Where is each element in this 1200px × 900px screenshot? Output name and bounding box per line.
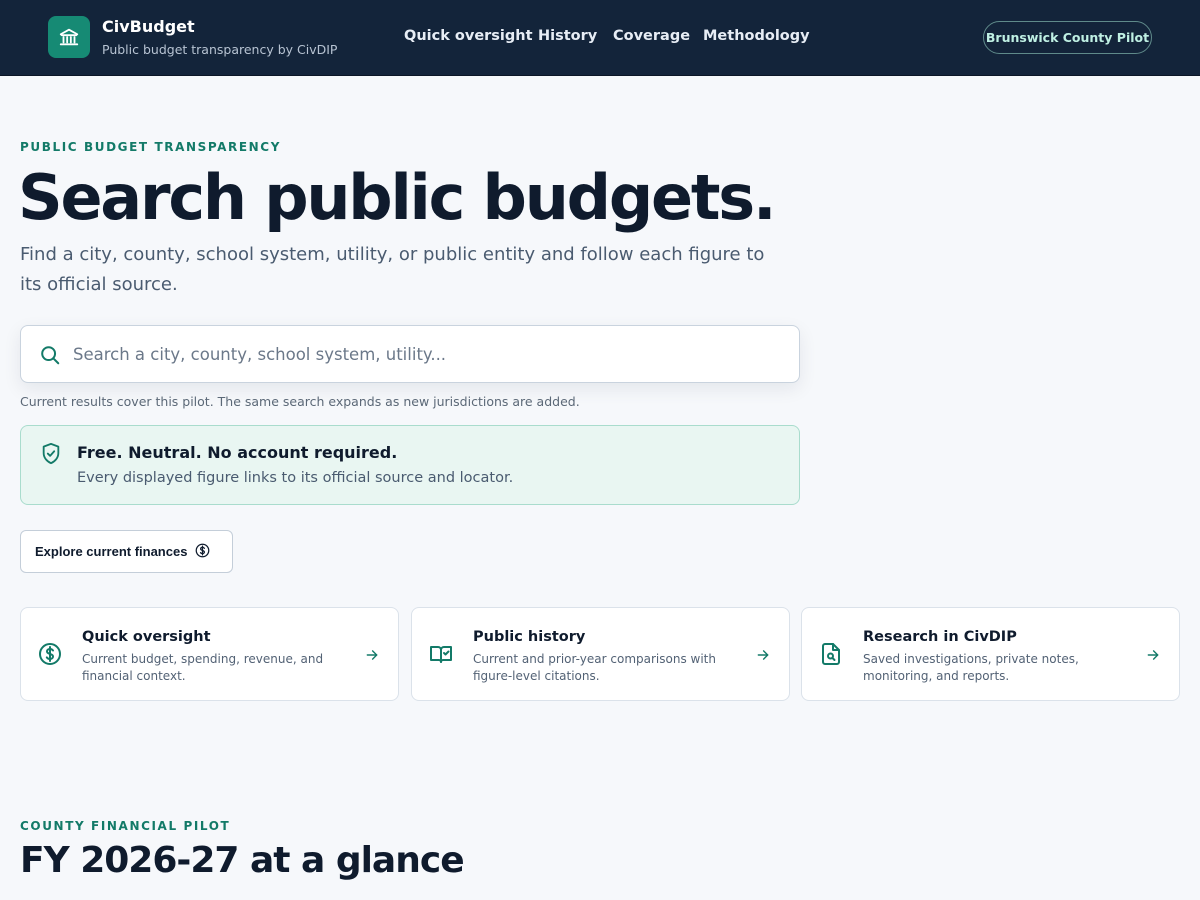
- card-title: Quick oversight: [82, 629, 211, 645]
- pilot-section-eyebrow: COUNTY FINANCIAL PILOT: [20, 819, 231, 833]
- nav-link-quick-oversight[interactable]: Quick oversight: [404, 28, 533, 44]
- card-title: Public history: [473, 629, 586, 645]
- search-box: [20, 325, 800, 383]
- arrow-right-icon: [1146, 647, 1160, 666]
- card-description: Current and prior-year comparisons with …: [473, 652, 716, 683]
- card-description: Current budget, spending, revenue, and f…: [82, 652, 324, 683]
- notice-body: Every displayed figure links to its offi…: [77, 470, 514, 486]
- search-note: Current results cover this pilot. The sa…: [20, 394, 580, 409]
- brand-name[interactable]: CivBudget: [102, 17, 195, 36]
- card-research-civdip[interactable]: Research in CivDIP Saved investigations,…: [801, 607, 1180, 701]
- file-search-icon: [819, 642, 843, 670]
- card-quick-oversight[interactable]: Quick oversight Current budget, spending…: [20, 607, 399, 701]
- card-description: Saved investigations, private notes, mon…: [863, 652, 1079, 683]
- hero-eyebrow: PUBLIC BUDGET TRANSPARENCY: [20, 140, 281, 154]
- page-title: Search public budgets.: [18, 161, 777, 234]
- card-title: Research in CivDIP: [863, 629, 1017, 645]
- hero-subtitle: Find a city, county, school system, util…: [20, 244, 765, 295]
- nav-link-history[interactable]: History: [538, 28, 597, 44]
- shield-check-icon: [40, 442, 62, 470]
- pilot-badge[interactable]: Brunswick County Pilot: [983, 21, 1152, 54]
- nav-link-methodology[interactable]: Methodology: [703, 28, 810, 44]
- bank-icon[interactable]: [48, 16, 90, 58]
- trust-notice: Free. Neutral. No account required. Ever…: [20, 425, 800, 505]
- card-public-history[interactable]: Public history Current and prior-year co…: [411, 607, 790, 701]
- arrow-right-icon: [756, 647, 770, 666]
- pilot-section-title: FY 2026-27 at a glance: [20, 840, 465, 881]
- arrow-right-icon: [365, 647, 379, 666]
- dollar-circle-icon: [38, 642, 62, 670]
- nav-link-coverage[interactable]: Coverage: [613, 28, 690, 44]
- book-check-icon: [429, 642, 453, 670]
- explore-finances-button[interactable]: Explore current finances: [20, 530, 233, 573]
- dollar-circle-icon: [195, 543, 210, 561]
- explore-finances-label: Explore current finances: [35, 544, 188, 559]
- search-icon: [39, 344, 61, 370]
- brand-tagline: Public budget transparency by CivDIP: [102, 42, 338, 57]
- notice-title: Free. Neutral. No account required.: [77, 443, 398, 462]
- top-navigation-bar: CivBudget Public budget transparency by …: [0, 0, 1200, 76]
- search-input[interactable]: [73, 326, 773, 382]
